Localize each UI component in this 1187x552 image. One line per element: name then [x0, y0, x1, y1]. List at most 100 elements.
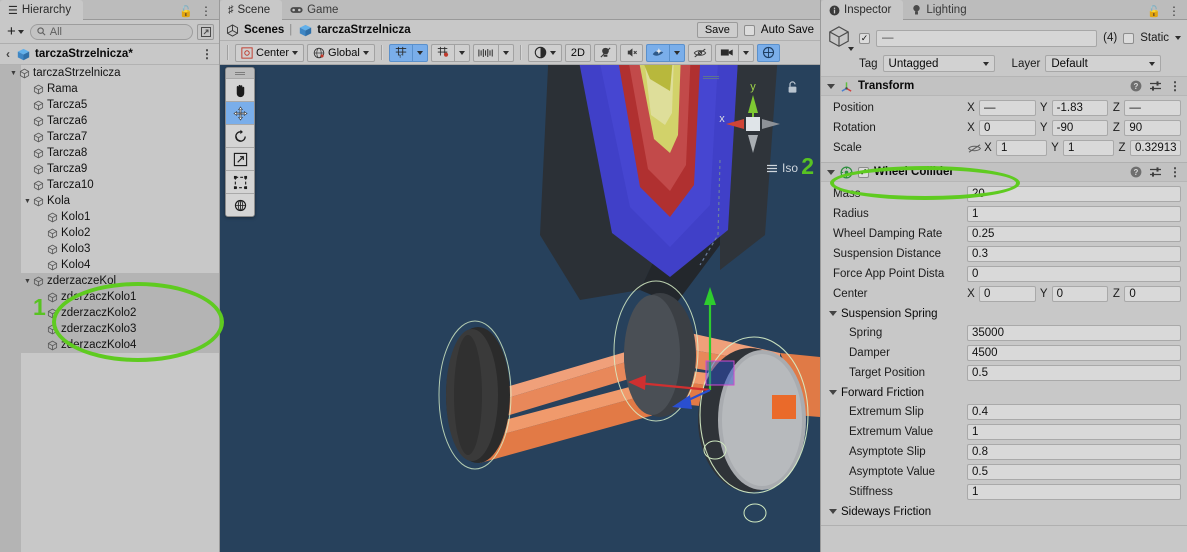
gizmos-button[interactable]: [756, 43, 780, 62]
field-input[interactable]: 1: [967, 206, 1181, 222]
field-x[interactable]: 0: [979, 120, 1036, 136]
hidden-objects-button[interactable]: [687, 43, 712, 62]
field-input[interactable]: 1: [967, 484, 1181, 500]
layer-dropdown[interactable]: Default: [1045, 55, 1162, 72]
expand-window-button[interactable]: [197, 23, 214, 40]
save-button[interactable]: Save: [696, 22, 738, 38]
hierarchy-item-kolo2[interactable]: Kolo2: [0, 225, 219, 241]
group-header-forward-friction[interactable]: Forward Friction: [827, 383, 1181, 402]
hierarchy-item-tarcza7[interactable]: Tarcza7: [0, 129, 219, 145]
layers-dropdown[interactable]: [497, 43, 514, 62]
kebab-menu-icon[interactable]: ⋮: [1169, 80, 1181, 92]
hierarchy-item-tarcza9[interactable]: Tarcza9: [0, 161, 219, 177]
chevron-down-icon[interactable]: [1175, 36, 1181, 40]
kebab-menu-icon[interactable]: ⋮: [1169, 166, 1181, 178]
group-header-suspension-spring[interactable]: Suspension Spring: [827, 304, 1181, 323]
grid-dropdown[interactable]: [411, 43, 428, 62]
field-input[interactable]: 0.8: [967, 444, 1181, 460]
field-input[interactable]: 1: [967, 424, 1181, 440]
kebab-menu-icon[interactable]: ⋮: [201, 47, 213, 61]
disclosure-triangle-icon[interactable]: ▼: [22, 198, 33, 205]
hierarchy-item-tarcza6[interactable]: Tarcza6: [0, 113, 219, 129]
field-x[interactable]: 1: [996, 140, 1047, 156]
snap-increment-button[interactable]: [430, 43, 454, 62]
tag-dropdown[interactable]: Untagged: [882, 55, 995, 72]
rect-tool[interactable]: [226, 170, 254, 193]
field-input[interactable]: 0.3: [967, 246, 1181, 262]
grid-visibility-button[interactable]: Y: [388, 43, 412, 62]
lock-icon[interactable]: 🔓: [179, 5, 193, 18]
back-chevron-icon[interactable]: ‹: [6, 47, 12, 61]
hierarchy-item-tarcza10[interactable]: Tarcza10: [0, 177, 219, 193]
hierarchy-item-kolo4[interactable]: Kolo4: [0, 257, 219, 273]
tab-game[interactable]: Game: [282, 0, 350, 20]
palette-grip[interactable]: [226, 68, 254, 78]
scale-tool[interactable]: [226, 147, 254, 170]
tab-inspector[interactable]: Inspector: [821, 0, 904, 20]
handle-space-dropdown[interactable]: Global: [307, 43, 375, 62]
help-icon[interactable]: ?: [1130, 80, 1142, 92]
hierarchy-item-tarcza8[interactable]: Tarcza8: [0, 145, 219, 161]
hand-tool[interactable]: [226, 78, 254, 101]
search-input[interactable]: All: [29, 23, 193, 40]
scene-view-gizmo[interactable]: y x: [708, 79, 798, 169]
field-x[interactable]: —: [979, 100, 1036, 116]
camera-dropdown[interactable]: [737, 43, 754, 62]
disclosure-triangle-icon[interactable]: [827, 83, 835, 89]
tab-hierarchy[interactable]: ☰ Hierarchy: [0, 0, 84, 20]
static-checkbox[interactable]: [1123, 32, 1135, 44]
preset-icon[interactable]: [1149, 166, 1162, 178]
field-z[interactable]: 0: [1124, 286, 1182, 302]
shading-mode-dropdown[interactable]: [527, 43, 562, 62]
chevron-down-icon[interactable]: [848, 47, 854, 51]
field-input[interactable]: 35000: [967, 325, 1181, 341]
kebab-menu-icon[interactable]: ⋮: [200, 4, 212, 18]
projection-mode[interactable]: Iso: [766, 161, 798, 175]
field-input[interactable]: 0.4: [967, 404, 1181, 420]
lock-icon[interactable]: 🔓: [1147, 5, 1161, 18]
snap-dropdown[interactable]: [453, 43, 470, 62]
group-header-sideways-friction[interactable]: Sideways Friction: [827, 502, 1181, 521]
field-input[interactable]: 0.5: [967, 464, 1181, 480]
scene-viewport[interactable]: y x Iso 2: [220, 65, 820, 552]
transform-tool[interactable]: [226, 193, 254, 216]
field-y[interactable]: 1: [1063, 140, 1114, 156]
field-z[interactable]: —: [1124, 100, 1182, 116]
field-y[interactable]: -1.83: [1051, 100, 1109, 116]
breadcrumb-scenes[interactable]: Scenes: [244, 24, 284, 36]
field-y[interactable]: -90: [1051, 120, 1109, 136]
preset-icon[interactable]: [1149, 80, 1162, 92]
field-z[interactable]: 0.32913: [1130, 140, 1181, 156]
kebab-menu-icon[interactable]: ⋮: [1168, 4, 1180, 18]
disclosure-triangle-icon[interactable]: [827, 169, 835, 175]
hierarchy-item-kolo3[interactable]: Kolo3: [0, 241, 219, 257]
component-header[interactable]: Transform ? ⋮: [821, 77, 1187, 96]
scene-lighting-button[interactable]: [593, 43, 617, 62]
disclosure-triangle-icon[interactable]: [829, 311, 837, 316]
constrain-proportions-icon[interactable]: [967, 143, 982, 154]
disclosure-triangle-icon[interactable]: [829, 390, 837, 395]
disclosure-triangle-icon[interactable]: [829, 509, 837, 514]
hierarchy-item-rama[interactable]: Rama: [0, 81, 219, 97]
hierarchy-item-kolo1[interactable]: Kolo1: [0, 209, 219, 225]
field-input[interactable]: 0.5: [967, 365, 1181, 381]
field-input[interactable]: 4500: [967, 345, 1181, 361]
auto-save-checkbox[interactable]: [743, 24, 755, 36]
field-input[interactable]: 0.25: [967, 226, 1181, 242]
object-name-input[interactable]: —: [876, 29, 1098, 47]
object-enabled-checkbox[interactable]: ✓: [859, 32, 870, 44]
disclosure-triangle-icon[interactable]: ▼: [22, 278, 33, 285]
rotate-tool[interactable]: [226, 124, 254, 147]
hierarchy-item-tarcza5[interactable]: Tarcza5: [0, 97, 219, 113]
add-gameobject-button[interactable]: +: [5, 24, 26, 39]
field-x[interactable]: 0: [979, 286, 1036, 302]
layers-ruler-button[interactable]: [472, 43, 498, 62]
scene-audio-button[interactable]: [619, 43, 643, 62]
disclosure-triangle-icon[interactable]: ▼: [8, 70, 19, 77]
help-icon[interactable]: ?: [1130, 166, 1142, 178]
effects-dropdown[interactable]: [668, 43, 685, 62]
hierarchy-item-tarczastrzelnicza[interactable]: ▼ tarczaStrzelnicza: [0, 65, 219, 81]
tab-lighting[interactable]: Lighting: [903, 0, 978, 20]
move-tool[interactable]: [226, 101, 254, 124]
field-y[interactable]: 0: [1051, 286, 1109, 302]
